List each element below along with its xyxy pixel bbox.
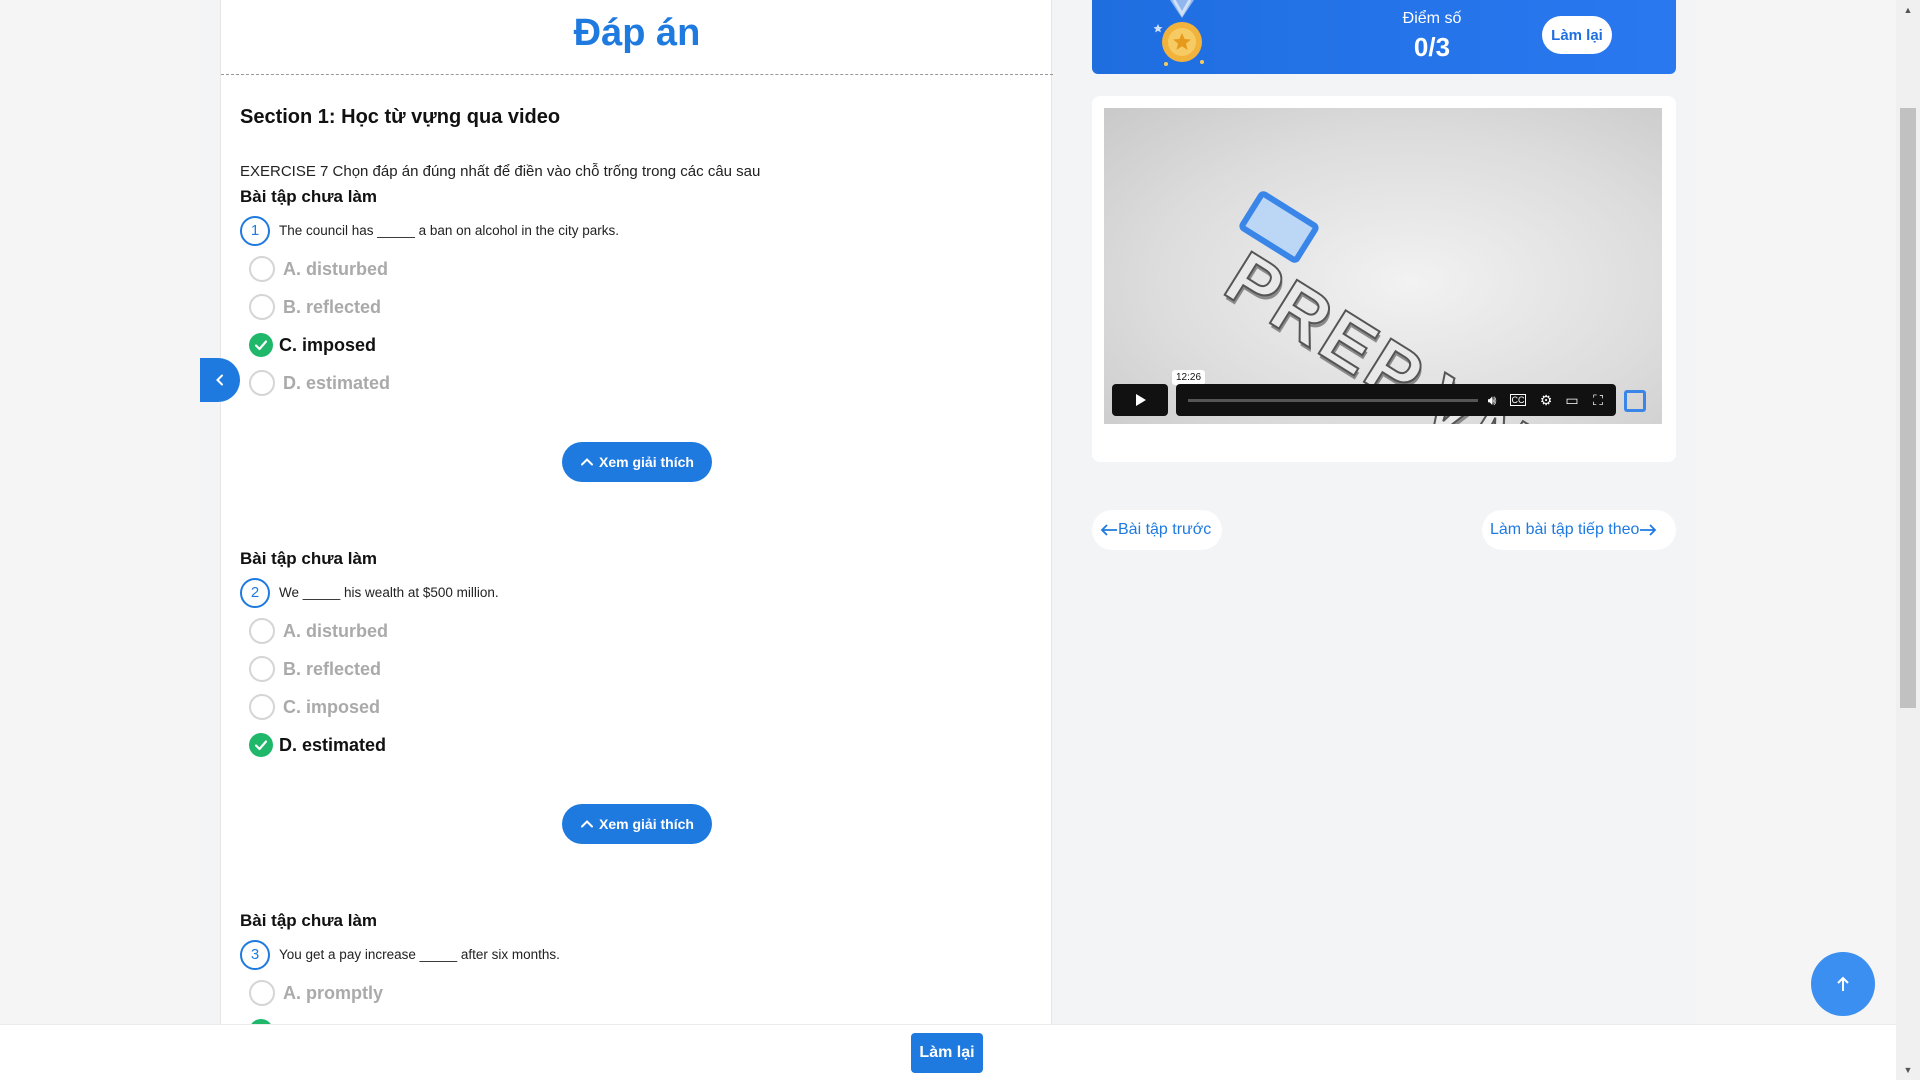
arrow-right-icon	[1640, 524, 1657, 536]
arrow-up-icon	[1837, 976, 1849, 991]
time-tooltip: 12:26	[1172, 370, 1206, 385]
option-a[interactable]: A. disturbed	[249, 616, 388, 646]
video-player[interactable]: PREP.VN 12:26 🔊︎ CC ⚙ ▭ ⛶	[1104, 108, 1662, 424]
progress-bar[interactable]	[1188, 399, 1478, 402]
question-number: 1	[240, 216, 270, 246]
option-label: C. imposed	[283, 696, 381, 717]
option-label: D. estimated	[279, 734, 387, 755]
arrow-left-icon	[1100, 524, 1117, 536]
option-b[interactable]: B. reflected	[249, 654, 381, 684]
captions-icon[interactable]: CC	[1510, 394, 1526, 406]
scroll-up-arrow-icon[interactable]: ▲	[1902, 4, 1914, 16]
retry-button[interactable]: Làm lại	[911, 1033, 983, 1073]
question-number: 3	[240, 940, 270, 970]
option-label: B. reflected	[283, 658, 382, 679]
gear-icon[interactable]: ⚙	[1536, 390, 1556, 410]
volume-icon[interactable]: 🔊︎	[1482, 390, 1502, 410]
section-title: Section 1: Học từ vựng qua video	[240, 106, 561, 128]
scroll-to-top-button[interactable]	[1811, 952, 1875, 1016]
question-text: We _____ his wealth at $500 million.	[279, 585, 499, 600]
question-text: The council has _____ a ban on alcohol i…	[279, 223, 619, 238]
next-exercise-button[interactable]: Làm bài tập tiếp theo	[1482, 510, 1676, 550]
radio-icon[interactable]	[249, 294, 275, 320]
radio-icon[interactable]	[249, 618, 275, 644]
option-d[interactable]: D. estimated	[249, 368, 390, 398]
question-text: You get a pay increase _____ after six m…	[279, 947, 560, 962]
radio-icon[interactable]	[249, 980, 275, 1006]
question-status: Bài tập chưa làm	[240, 911, 378, 930]
answer-panel: Đáp án Section 1: Học từ vựng qua video …	[220, 0, 1053, 1080]
prev-exercise-button[interactable]: Bài tập trước	[1092, 510, 1222, 550]
option-c[interactable]: C. imposed	[249, 692, 380, 722]
option-d[interactable]: D. estimated	[249, 730, 386, 760]
chevron-left-icon	[216, 374, 223, 386]
explain-button[interactable]: Xem giải thích	[562, 442, 712, 482]
exercise-description: EXERCISE 7 Chọn đáp án đúng nhất để điền…	[240, 163, 761, 180]
score-label: Điểm số	[1402, 10, 1462, 27]
channel-watermark-icon[interactable]	[1624, 390, 1646, 412]
panel-title: Đáp án	[573, 12, 701, 54]
bottom-action-bar: Làm lại	[0, 1024, 1896, 1080]
retry-button[interactable]: Làm lại	[1542, 16, 1612, 54]
question-status: Bài tập chưa làm	[240, 187, 378, 206]
explain-label: Xem giải thích	[599, 454, 694, 470]
radio-icon[interactable]	[249, 256, 275, 282]
explain-label: Xem giải thích	[599, 816, 694, 832]
scrollbar[interactable]: ▲ ▼	[1896, 0, 1920, 1080]
next-exercise-label: Làm bài tập tiếp theo	[1490, 521, 1640, 538]
option-label: B. reflected	[283, 296, 382, 317]
option-c[interactable]: C. imposed	[249, 330, 376, 360]
question-status: Bài tập chưa làm	[240, 549, 378, 568]
option-label: A. disturbed	[283, 620, 389, 641]
option-a[interactable]: A. disturbed	[249, 254, 388, 284]
medal-icon	[1153, 0, 1204, 66]
video-controls: 🔊︎ CC ⚙ ▭ ⛶	[1176, 384, 1616, 416]
prev-exercise-label: Bài tập trước	[1118, 521, 1212, 538]
play-icon	[1136, 394, 1146, 406]
radio-icon[interactable]	[249, 370, 275, 396]
chevron-up-icon	[581, 820, 594, 828]
radio-icon[interactable]	[249, 694, 275, 720]
option-a[interactable]: A. promptly	[249, 978, 383, 1008]
option-label: D. estimated	[283, 372, 391, 393]
miniplayer-icon[interactable]: ▭	[1562, 390, 1582, 410]
option-label: A. disturbed	[283, 258, 389, 279]
score-banner: Điểm số 0/3 Làm lại	[1092, 0, 1676, 74]
question-number: 2	[240, 578, 270, 608]
scroll-thumb[interactable]	[1900, 108, 1916, 708]
score-value: 0/3	[1413, 32, 1451, 62]
check-icon	[249, 333, 273, 357]
check-icon	[249, 733, 273, 757]
radio-icon[interactable]	[249, 656, 275, 682]
video-card: PREP.VN 12:26 🔊︎ CC ⚙ ▭ ⛶	[1092, 96, 1676, 462]
play-button[interactable]	[1112, 384, 1168, 416]
scroll-down-arrow-icon[interactable]: ▼	[1902, 1064, 1914, 1076]
title-divider	[221, 74, 1053, 75]
option-label: C. imposed	[279, 334, 377, 355]
option-b[interactable]: B. reflected	[249, 292, 381, 322]
chevron-up-icon	[581, 458, 594, 466]
option-label: A. promptly	[283, 982, 384, 1003]
explain-button[interactable]: Xem giải thích	[562, 804, 712, 844]
fullscreen-icon[interactable]: ⛶	[1588, 390, 1608, 410]
